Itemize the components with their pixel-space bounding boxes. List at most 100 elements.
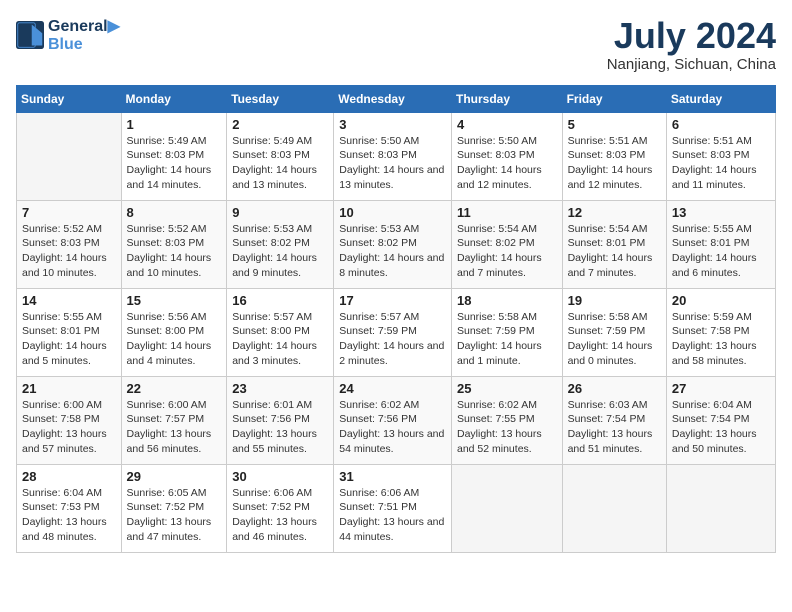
logo: General▶ Blue (16, 16, 120, 54)
calendar-cell: 1 Sunrise: 5:49 AMSunset: 8:03 PMDaylight… (121, 112, 227, 200)
day-number: 25 (457, 381, 557, 396)
day-info: Sunrise: 5:57 AMSunset: 7:59 PMDaylight:… (339, 310, 446, 369)
day-number: 6 (672, 117, 770, 132)
day-number: 15 (127, 293, 222, 308)
day-info: Sunrise: 5:55 AMSunset: 8:01 PMDaylight:… (672, 222, 770, 281)
day-number: 28 (22, 469, 116, 484)
calendar-cell: 25Sunrise: 6:02 AMSunset: 7:55 PMDayligh… (451, 376, 562, 464)
calendar-cell: 14 Sunrise: 5:55 AMSunset: 8:01 PMDayligh… (17, 288, 122, 376)
day-info: Sunrise: 5:58 AMSunset: 7:59 PMDaylight:… (568, 310, 661, 369)
calendar-cell: 23 Sunrise: 6:01 AMSunset: 7:56 PMDayligh… (227, 376, 334, 464)
day-info: Sunrise: 5:52 AMSunset: 8:03 PMDaylight:… (127, 222, 222, 281)
day-info: Sunrise: 6:05 AMSunset: 7:52 PMDaylight:… (127, 486, 222, 545)
day-info: Sunrise: 5:55 AMSunset: 8:01 PMDaylight:… (22, 310, 116, 369)
day-number: 10 (339, 205, 446, 220)
calendar-cell: 10 Sunrise: 5:53 AMSunset: 8:02 PMDayligh… (334, 200, 452, 288)
calendar-week-row: 28 Sunrise: 6:04 AMSunset: 7:53 PMDayligh… (17, 464, 776, 552)
day-number: 14 (22, 293, 116, 308)
calendar-cell: 4 Sunrise: 5:50 AMSunset: 8:03 PMDaylight… (451, 112, 562, 200)
calendar-cell: 21 Sunrise: 6:00 AMSunset: 7:58 PMDayligh… (17, 376, 122, 464)
calendar-cell: 19 Sunrise: 5:58 AMSunset: 7:59 PMDayligh… (562, 288, 666, 376)
day-info: Sunrise: 5:51 AMSunset: 8:03 PMDaylight:… (568, 134, 661, 193)
day-info: Sunrise: 6:04 AMSunset: 7:54 PMDaylight:… (672, 398, 770, 457)
weekday-header: Saturday (666, 85, 775, 112)
day-number: 1 (127, 117, 222, 132)
calendar-cell: 28 Sunrise: 6:04 AMSunset: 7:53 PMDayligh… (17, 464, 122, 552)
day-number: 19 (568, 293, 661, 308)
weekday-header: Friday (562, 85, 666, 112)
day-number: 30 (232, 469, 328, 484)
day-number: 29 (127, 469, 222, 484)
day-info: Sunrise: 5:52 AMSunset: 8:03 PMDaylight:… (22, 222, 116, 281)
page-header: General▶ Blue July 2024 Nanjiang, Sichua… (16, 16, 776, 73)
calendar-week-row: 14 Sunrise: 5:55 AMSunset: 8:01 PMDayligh… (17, 288, 776, 376)
day-number: 5 (568, 117, 661, 132)
day-number: 7 (22, 205, 116, 220)
weekday-header: Monday (121, 85, 227, 112)
weekday-header: Sunday (17, 85, 122, 112)
calendar-cell: 13 Sunrise: 5:55 AMSunset: 8:01 PMDayligh… (666, 200, 775, 288)
calendar-cell: 18 Sunrise: 5:58 AMSunset: 7:59 PMDayligh… (451, 288, 562, 376)
day-number: 8 (127, 205, 222, 220)
day-info: Sunrise: 5:57 AMSunset: 8:00 PMDaylight:… (232, 310, 328, 369)
calendar-cell (17, 112, 122, 200)
calendar-week-row: 21 Sunrise: 6:00 AMSunset: 7:58 PMDayligh… (17, 376, 776, 464)
calendar-cell: 5 Sunrise: 5:51 AMSunset: 8:03 PMDaylight… (562, 112, 666, 200)
day-info: Sunrise: 6:00 AMSunset: 7:57 PMDaylight:… (127, 398, 222, 457)
day-info: Sunrise: 5:56 AMSunset: 8:00 PMDaylight:… (127, 310, 222, 369)
day-number: 16 (232, 293, 328, 308)
logo-text: General▶ Blue (48, 16, 120, 54)
day-number: 31 (339, 469, 446, 484)
day-info: Sunrise: 6:03 AMSunset: 7:54 PMDaylight:… (568, 398, 661, 457)
weekday-header-row: SundayMondayTuesdayWednesdayThursdayFrid… (17, 85, 776, 112)
day-number: 17 (339, 293, 446, 308)
calendar-cell: 22Sunrise: 6:00 AMSunset: 7:57 PMDayligh… (121, 376, 227, 464)
day-info: Sunrise: 5:53 AMSunset: 8:02 PMDaylight:… (339, 222, 446, 281)
day-info: Sunrise: 6:02 AMSunset: 7:56 PMDaylight:… (339, 398, 446, 457)
day-number: 18 (457, 293, 557, 308)
day-number: 11 (457, 205, 557, 220)
day-number: 23 (232, 381, 328, 396)
day-info: Sunrise: 5:58 AMSunset: 7:59 PMDaylight:… (457, 310, 557, 369)
day-number: 21 (22, 381, 116, 396)
calendar-cell: 24Sunrise: 6:02 AMSunset: 7:56 PMDayligh… (334, 376, 452, 464)
calendar-cell (666, 464, 775, 552)
month-title: July 2024 (607, 16, 776, 56)
calendar-cell: 29 Sunrise: 6:05 AMSunset: 7:52 PMDayligh… (121, 464, 227, 552)
calendar-cell: 26 Sunrise: 6:03 AMSunset: 7:54 PMDayligh… (562, 376, 666, 464)
calendar-week-row: 7 Sunrise: 5:52 AMSunset: 8:03 PMDaylight… (17, 200, 776, 288)
day-number: 20 (672, 293, 770, 308)
calendar-cell: 8 Sunrise: 5:52 AMSunset: 8:03 PMDaylight… (121, 200, 227, 288)
day-info: Sunrise: 5:54 AMSunset: 8:01 PMDaylight:… (568, 222, 661, 281)
day-number: 13 (672, 205, 770, 220)
weekday-header: Wednesday (334, 85, 452, 112)
calendar-cell: 30 Sunrise: 6:06 AMSunset: 7:52 PMDayligh… (227, 464, 334, 552)
day-info: Sunrise: 5:50 AMSunset: 8:03 PMDaylight:… (457, 134, 557, 193)
weekday-header: Thursday (451, 85, 562, 112)
calendar-cell: 3Sunrise: 5:50 AMSunset: 8:03 PMDaylight… (334, 112, 452, 200)
day-info: Sunrise: 6:06 AMSunset: 7:52 PMDaylight:… (232, 486, 328, 545)
day-number: 27 (672, 381, 770, 396)
day-info: Sunrise: 5:50 AMSunset: 8:03 PMDaylight:… (339, 134, 446, 193)
logo-icon (16, 21, 44, 49)
day-info: Sunrise: 6:00 AMSunset: 7:58 PMDaylight:… (22, 398, 116, 457)
calendar-cell: 7 Sunrise: 5:52 AMSunset: 8:03 PMDaylight… (17, 200, 122, 288)
calendar-week-row: 1 Sunrise: 5:49 AMSunset: 8:03 PMDaylight… (17, 112, 776, 200)
day-info: Sunrise: 5:59 AMSunset: 7:58 PMDaylight:… (672, 310, 770, 369)
location: Nanjiang, Sichuan, China (607, 56, 776, 73)
day-info: Sunrise: 5:53 AMSunset: 8:02 PMDaylight:… (232, 222, 328, 281)
day-number: 9 (232, 205, 328, 220)
calendar-cell: 15 Sunrise: 5:56 AMSunset: 8:00 PMDayligh… (121, 288, 227, 376)
day-info: Sunrise: 5:51 AMSunset: 8:03 PMDaylight:… (672, 134, 770, 193)
day-number: 12 (568, 205, 661, 220)
day-number: 4 (457, 117, 557, 132)
day-info: Sunrise: 5:49 AMSunset: 8:03 PMDaylight:… (127, 134, 222, 193)
calendar-cell: 11Sunrise: 5:54 AMSunset: 8:02 PMDayligh… (451, 200, 562, 288)
calendar-cell: 31 Sunrise: 6:06 AMSunset: 7:51 PMDayligh… (334, 464, 452, 552)
day-info: Sunrise: 6:04 AMSunset: 7:53 PMDaylight:… (22, 486, 116, 545)
day-number: 26 (568, 381, 661, 396)
day-info: Sunrise: 6:06 AMSunset: 7:51 PMDaylight:… (339, 486, 446, 545)
day-info: Sunrise: 6:01 AMSunset: 7:56 PMDaylight:… (232, 398, 328, 457)
calendar-cell (562, 464, 666, 552)
calendar-cell: 2Sunrise: 5:49 AMSunset: 8:03 PMDaylight… (227, 112, 334, 200)
